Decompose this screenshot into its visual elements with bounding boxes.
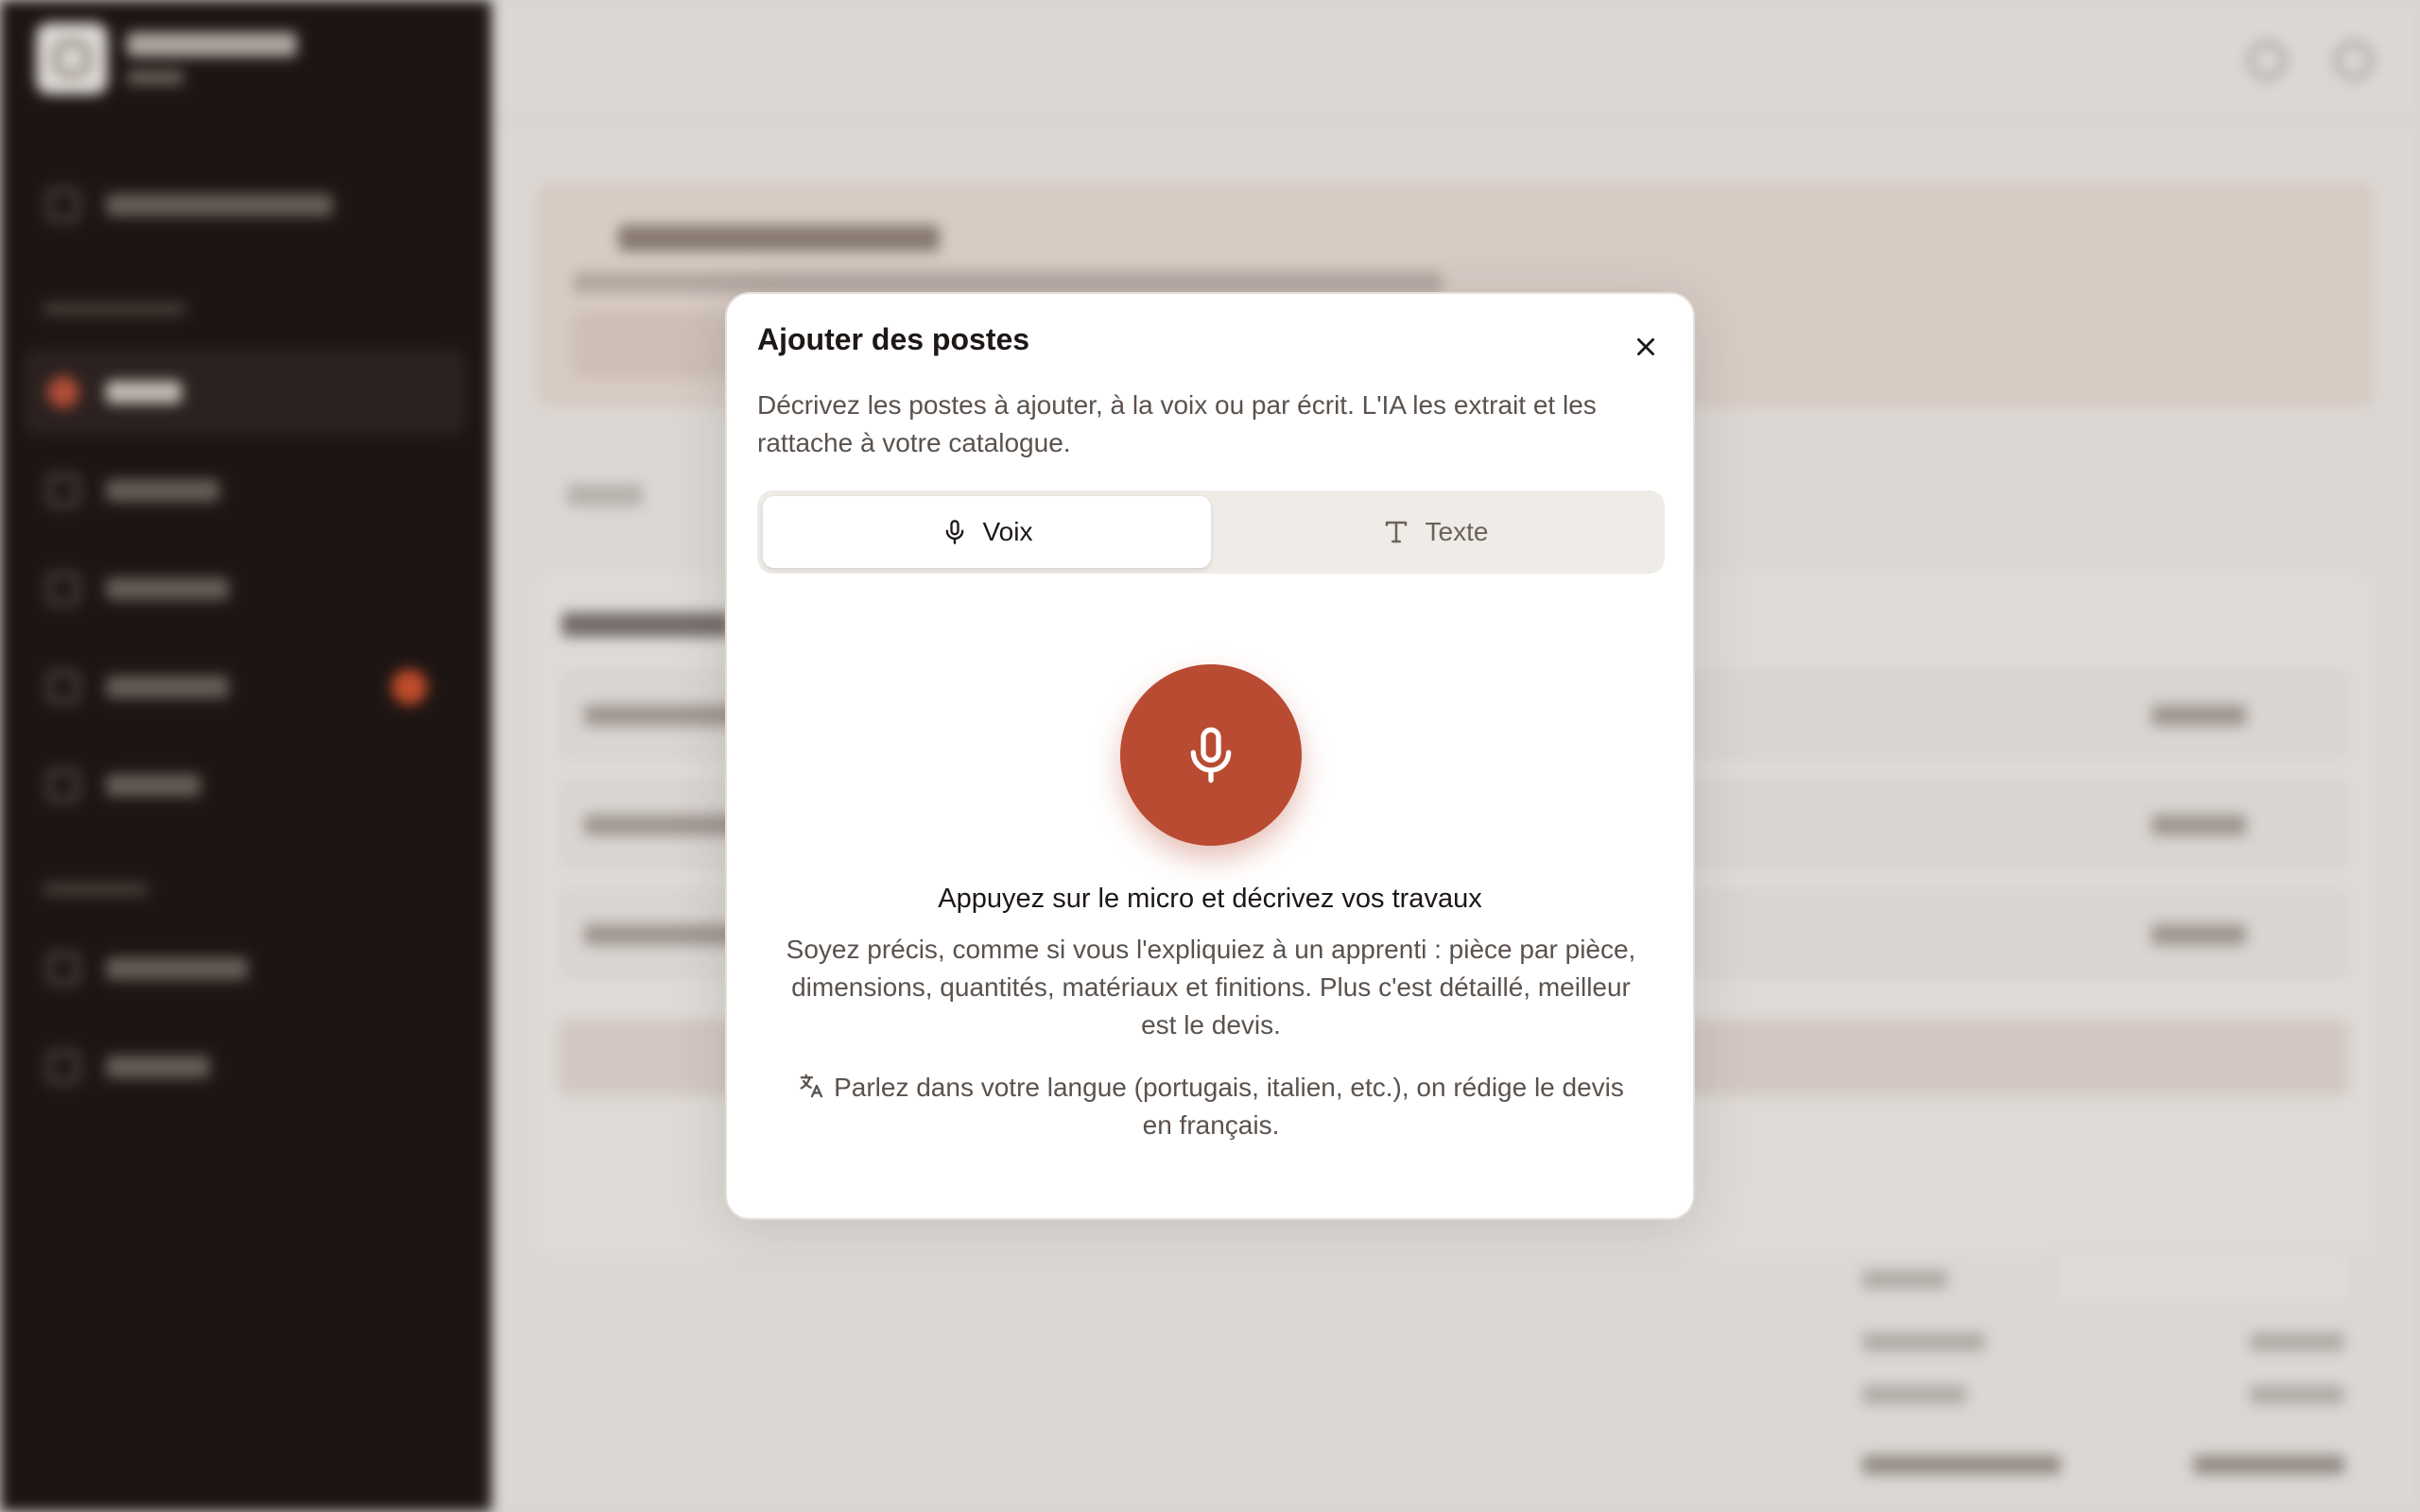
record-prompt: Appuyez sur le micro et décrivez vos tra… — [938, 884, 1482, 914]
language-note: Parlez dans votre langue (portugais, ita… — [780, 1069, 1642, 1144]
modal-description: Décrivez les postes à ajouter, à la voix… — [757, 390, 1597, 457]
record-hint: Soyez précis, comme si vous l'expliquiez… — [786, 935, 1636, 1040]
tab-voix-label: Voix — [982, 517, 1033, 546]
close-button[interactable] — [1627, 328, 1665, 366]
tab-texte[interactable]: Texte — [1211, 496, 1659, 568]
input-mode-toggle: Voix Texte — [757, 490, 1665, 574]
tab-voix[interactable]: Voix — [763, 496, 1211, 568]
close-icon — [1637, 338, 1654, 355]
language-note-text: Parlez dans votre langue (portugais, ita… — [834, 1073, 1624, 1140]
modal-title: Ajouter des postes — [757, 322, 1030, 356]
microphone-icon — [945, 520, 963, 544]
microphone-icon — [1190, 727, 1232, 783]
tab-texte-label: Texte — [1425, 517, 1489, 546]
record-button[interactable] — [1120, 664, 1302, 846]
text-type-icon — [1385, 521, 1407, 543]
add-items-modal: Ajouter des postes Décrivez les postes à… — [725, 292, 1695, 1220]
translate-icon — [800, 1074, 823, 1098]
